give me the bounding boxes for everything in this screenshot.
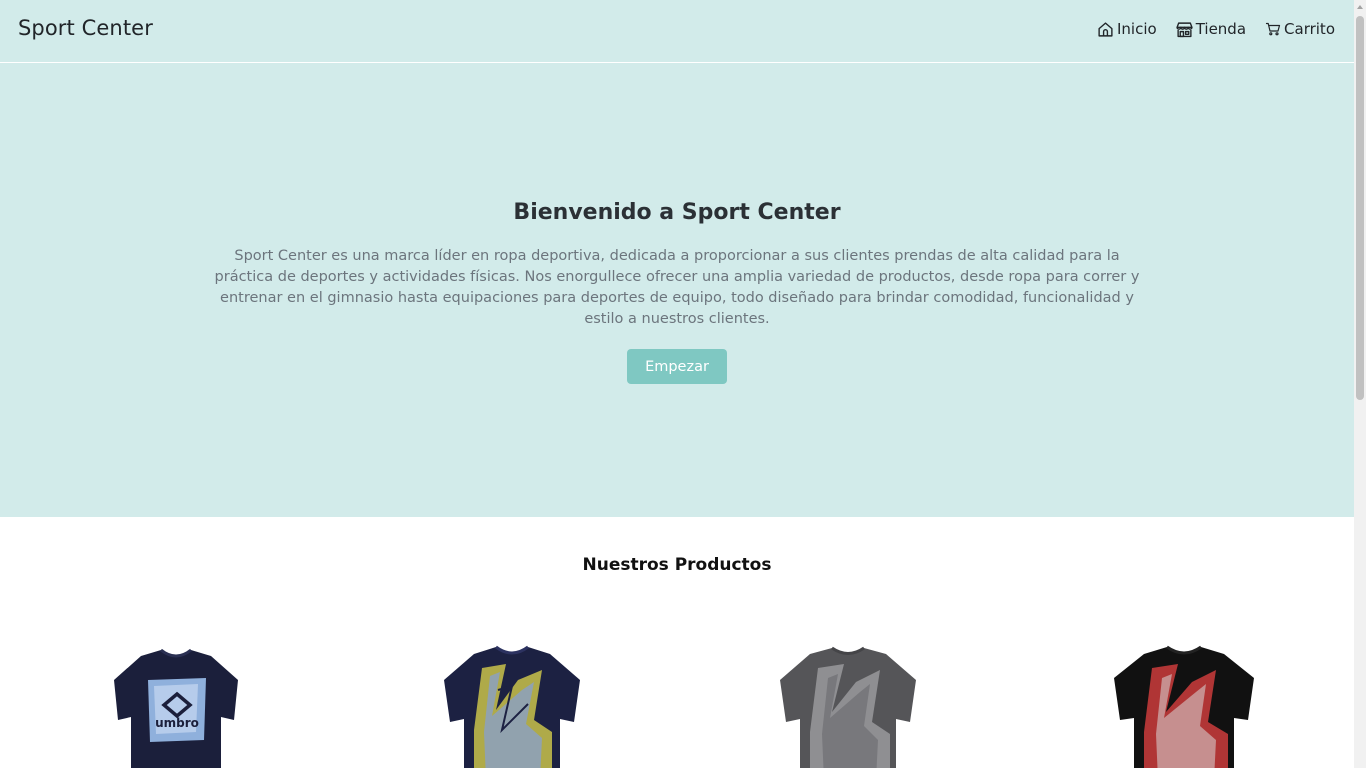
- product-card[interactable]: [738, 620, 958, 768]
- home-icon: [1097, 21, 1114, 38]
- hero-section: Bienvenido a Sport Center Sport Center e…: [0, 63, 1354, 517]
- nav-link-label: Inicio: [1117, 20, 1157, 38]
- scrollbar-thumb[interactable]: [1356, 16, 1364, 400]
- product-card[interactable]: umbro: [66, 620, 286, 768]
- page-content: Sport Center Inicio Tienda Carrito Bienv…: [0, 0, 1354, 768]
- brand-link[interactable]: Sport Center: [18, 16, 153, 40]
- nav-link-label: Carrito: [1284, 20, 1335, 38]
- page-scrollbar[interactable]: [1354, 0, 1366, 768]
- product-image-umbro-shirt: umbro: [114, 648, 238, 768]
- nav-link-carrito[interactable]: Carrito: [1265, 20, 1335, 38]
- page: Sport Center Inicio Tienda Carrito Bienv…: [0, 0, 1366, 768]
- umbro-print: umbro: [155, 716, 199, 730]
- nav-links: Inicio Tienda Carrito: [1078, 20, 1335, 38]
- start-button[interactable]: Empezar: [627, 349, 727, 384]
- products-title: Nuestros Productos: [582, 555, 772, 575]
- cart-icon: [1265, 21, 1281, 37]
- product-card[interactable]: [1074, 620, 1294, 768]
- product-image-gray-shirt: [780, 646, 916, 768]
- hero-title: Bienvenido a Sport Center: [513, 200, 841, 225]
- navbar: Sport Center Inicio Tienda Carrito: [0, 0, 1354, 63]
- product-image-black-shirt: [1114, 645, 1254, 768]
- nav-link-tienda[interactable]: Tienda: [1176, 20, 1246, 38]
- nav-link-label: Tienda: [1195, 20, 1247, 38]
- store-icon: [1176, 21, 1193, 38]
- nav-link-inicio[interactable]: Inicio: [1097, 20, 1157, 38]
- product-image-navy-shirt: [444, 645, 580, 768]
- hero-description: Sport Center es una marca líder en ropa …: [214, 248, 1140, 327]
- product-card[interactable]: [402, 620, 622, 768]
- scroll-up-icon[interactable]: [1354, 0, 1366, 14]
